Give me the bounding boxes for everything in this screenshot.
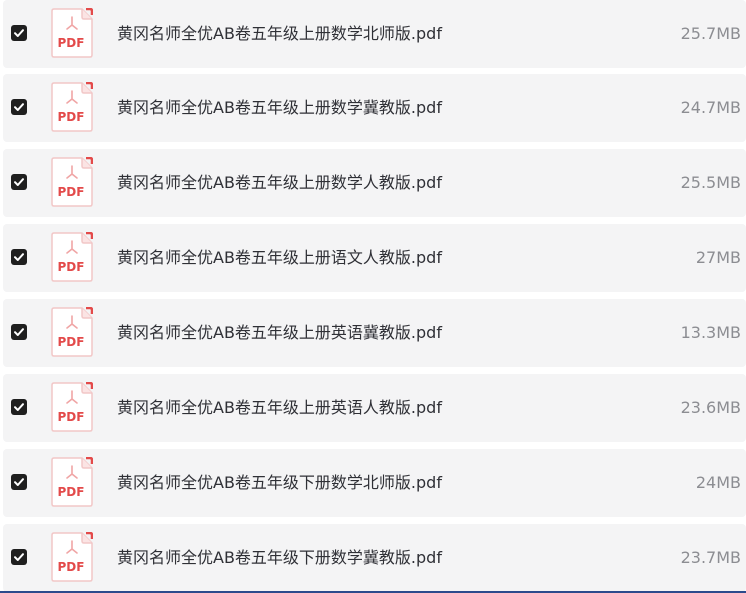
file-size: 25.5MB bbox=[680, 173, 741, 192]
checkbox-checked-icon[interactable] bbox=[11, 249, 27, 265]
file-name[interactable]: 黄冈名师全优AB卷五年级下册数学冀教版.pdf bbox=[117, 524, 442, 592]
pdf-icon-label: PDF bbox=[58, 335, 85, 349]
checkbox-checked-icon[interactable] bbox=[11, 174, 27, 190]
file-name[interactable]: 黄冈名师全优AB卷五年级上册英语人教版.pdf bbox=[117, 374, 442, 442]
checkbox-checked-icon[interactable] bbox=[11, 549, 27, 565]
pdf-icon: PDF bbox=[51, 457, 93, 507]
pdf-icon: PDF bbox=[51, 382, 93, 432]
pdf-icon-label: PDF bbox=[58, 110, 85, 124]
file-size: 24.7MB bbox=[680, 98, 741, 117]
checkbox-checked-icon[interactable] bbox=[11, 474, 27, 490]
file-row[interactable]: PDF 黄冈名师全优AB卷五年级上册英语冀教版.pdf 13.3MB bbox=[3, 299, 746, 367]
file-row[interactable]: PDF 黄冈名师全优AB卷五年级上册数学冀教版.pdf 24.7MB bbox=[3, 74, 746, 142]
pdf-icon-label: PDF bbox=[58, 260, 85, 274]
pdf-icon-label: PDF bbox=[58, 410, 85, 424]
checkbox-checked-icon[interactable] bbox=[11, 399, 27, 415]
checkbox-checked-icon[interactable] bbox=[11, 25, 27, 41]
pdf-icon: PDF bbox=[51, 157, 93, 207]
file-list: PDF 黄冈名师全优AB卷五年级上册数学北师版.pdf 25.7MB PDF 黄… bbox=[0, 0, 746, 593]
pdf-icon: PDF bbox=[51, 532, 93, 582]
file-name[interactable]: 黄冈名师全优AB卷五年级上册英语冀教版.pdf bbox=[117, 299, 442, 367]
file-name[interactable]: 黄冈名师全优AB卷五年级上册数学北师版.pdf bbox=[117, 0, 442, 68]
file-size: 25.7MB bbox=[680, 24, 741, 43]
file-row[interactable]: PDF 黄冈名师全优AB卷五年级上册数学人教版.pdf 25.5MB bbox=[3, 149, 746, 217]
checkbox-checked-icon[interactable] bbox=[11, 324, 27, 340]
file-name[interactable]: 黄冈名师全优AB卷五年级上册语文人教版.pdf bbox=[117, 224, 442, 292]
pdf-icon: PDF bbox=[51, 82, 93, 132]
file-name[interactable]: 黄冈名师全优AB卷五年级上册数学人教版.pdf bbox=[117, 149, 442, 217]
file-size: 13.3MB bbox=[680, 323, 741, 342]
file-size: 27MB bbox=[695, 248, 741, 267]
pdf-icon: PDF bbox=[51, 307, 93, 357]
file-row[interactable]: PDF 黄冈名师全优AB卷五年级上册英语人教版.pdf 23.6MB bbox=[3, 374, 746, 442]
file-size: 24MB bbox=[695, 473, 741, 492]
file-row[interactable]: PDF 黄冈名师全优AB卷五年级下册数学北师版.pdf 24MB bbox=[3, 449, 746, 517]
file-name[interactable]: 黄冈名师全优AB卷五年级下册数学北师版.pdf bbox=[117, 449, 442, 517]
pdf-icon-label: PDF bbox=[58, 36, 85, 50]
file-name[interactable]: 黄冈名师全优AB卷五年级上册数学冀教版.pdf bbox=[117, 74, 442, 142]
checkbox-checked-icon[interactable] bbox=[11, 99, 27, 115]
file-row[interactable]: PDF 黄冈名师全优AB卷五年级上册语文人教版.pdf 27MB bbox=[3, 224, 746, 292]
pdf-icon: PDF bbox=[51, 8, 93, 58]
pdf-icon-label: PDF bbox=[58, 485, 85, 499]
pdf-icon-label: PDF bbox=[58, 560, 85, 574]
pdf-icon: PDF bbox=[51, 232, 93, 282]
file-row[interactable]: PDF 黄冈名师全优AB卷五年级下册数学冀教版.pdf 23.7MB bbox=[3, 524, 746, 592]
pdf-icon-label: PDF bbox=[58, 185, 85, 199]
file-size: 23.7MB bbox=[680, 548, 741, 567]
file-row[interactable]: PDF 黄冈名师全优AB卷五年级上册数学北师版.pdf 25.7MB bbox=[3, 0, 746, 68]
file-size: 23.6MB bbox=[680, 398, 741, 417]
